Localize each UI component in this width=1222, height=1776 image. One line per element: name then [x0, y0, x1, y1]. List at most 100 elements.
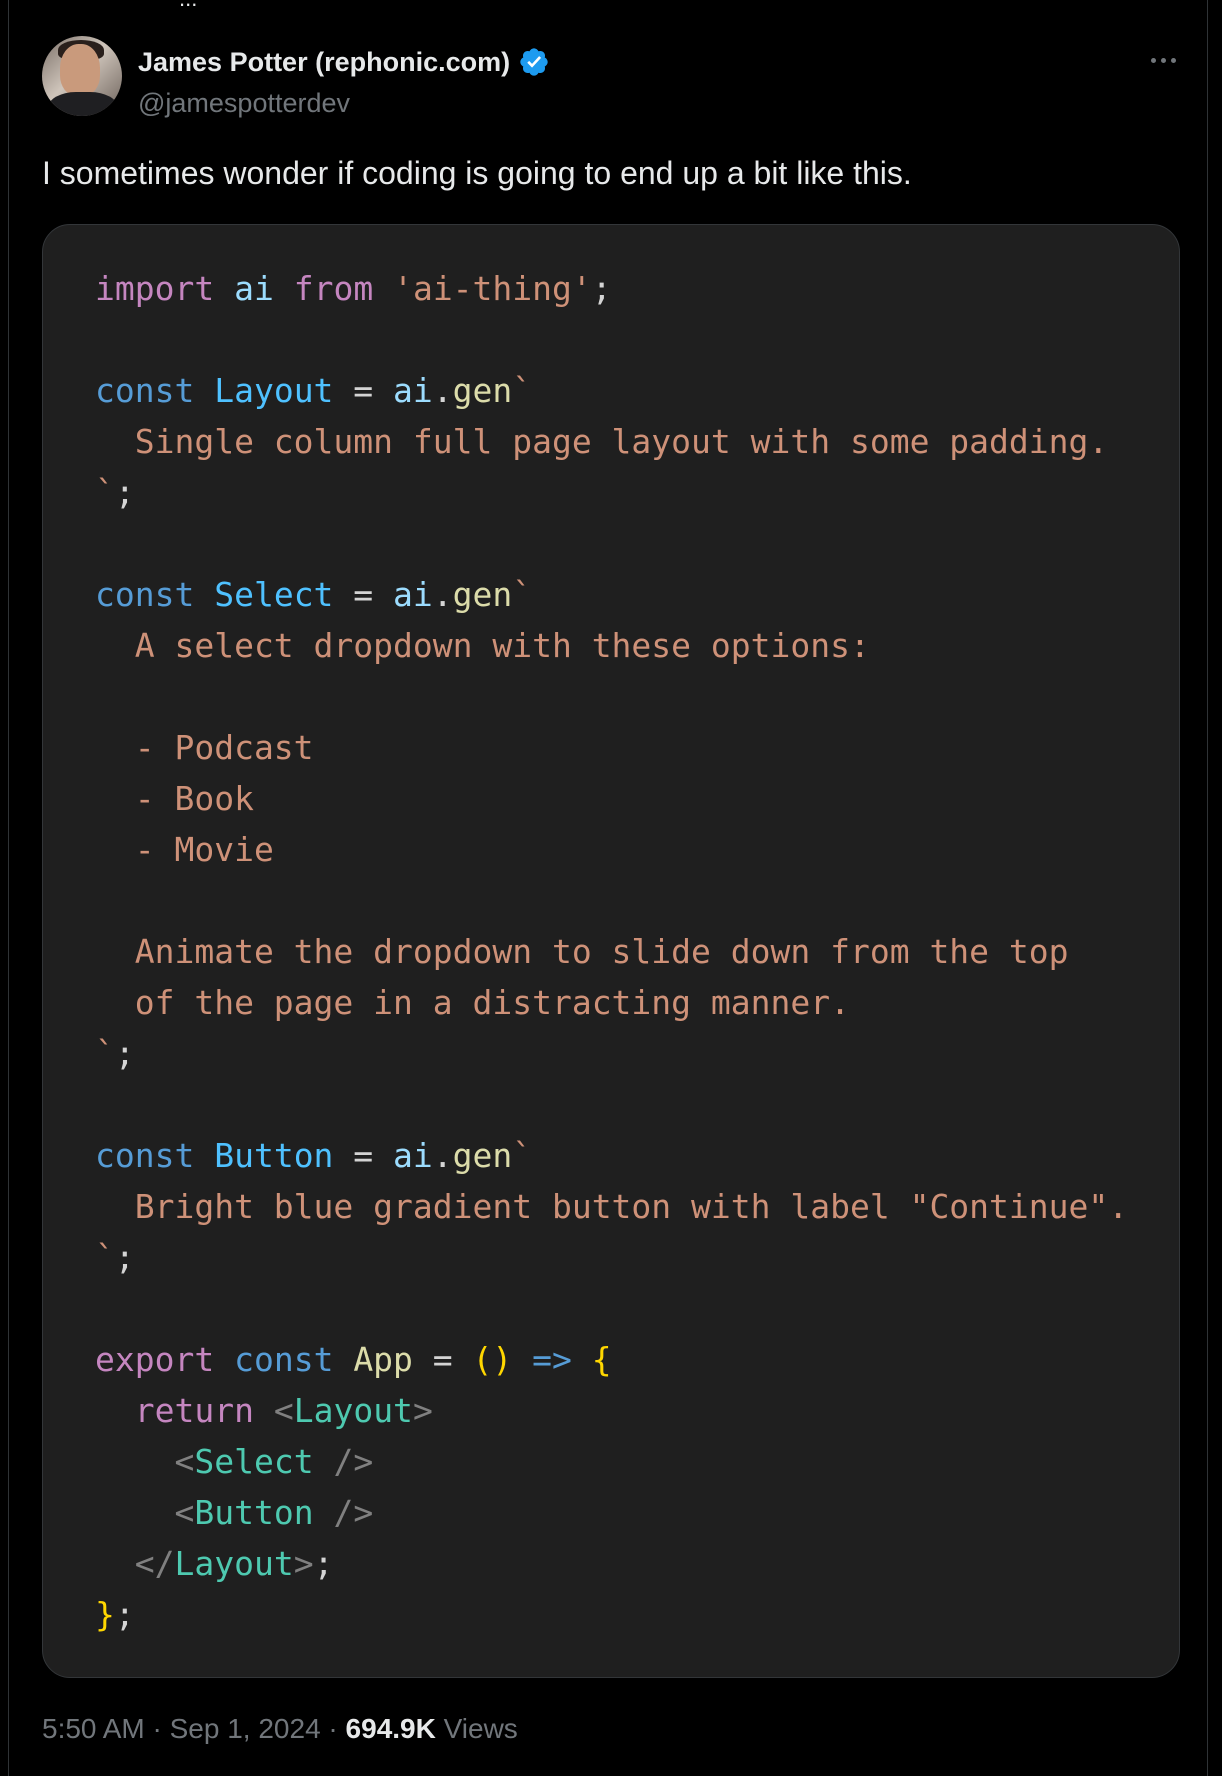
views-count: 694.9K: [345, 1713, 436, 1744]
code-token: <: [174, 1493, 195, 1532]
code-token: 'ai-thing': [393, 269, 592, 308]
previous-post-fragment: ...: [179, 0, 197, 12]
code-line: of the page in a distracting manner.: [95, 977, 1128, 1028]
code-token: Button: [194, 1493, 314, 1532]
code-token: `: [95, 1034, 115, 1073]
code-token: ;: [313, 1544, 334, 1583]
code-line: export const App = () => {: [95, 1334, 1128, 1385]
code-line: `;: [95, 1028, 1128, 1079]
code-token: Button: [214, 1136, 334, 1175]
code-token: const: [95, 1136, 195, 1175]
code-token: const: [95, 371, 195, 410]
code-token: =: [333, 371, 394, 410]
more-options-icon[interactable]: [1143, 48, 1183, 72]
code-token: - Movie: [95, 830, 274, 869]
code-token: =: [333, 1136, 394, 1175]
code-token: gen: [452, 371, 513, 410]
code-line: const Select = ai.gen`: [95, 569, 1128, 620]
footer-separator-2: ·: [320, 1713, 346, 1744]
code-token: Layout: [174, 1544, 294, 1583]
code-line: - Podcast: [95, 722, 1128, 773]
code-token: A select dropdown with these options:: [95, 626, 870, 665]
code-token: Single column full page layout with some…: [95, 422, 1109, 461]
code-token: import: [95, 269, 215, 308]
code-token: >: [293, 1544, 314, 1583]
code-token: `: [512, 371, 533, 410]
code-token: .: [432, 575, 453, 614]
code-token: </: [134, 1544, 175, 1583]
code-token: ;: [591, 269, 612, 308]
code-token: from: [293, 269, 374, 308]
code-line: return <Layout>: [95, 1385, 1128, 1436]
code-token: ;: [114, 473, 135, 512]
code-token: Select: [214, 575, 334, 614]
tweet-text: I sometimes wonder if coding is going to…: [42, 155, 912, 191]
code-image[interactable]: import ai from 'ai-thing'; const Layout =…: [42, 224, 1180, 1678]
code-token: `: [512, 1136, 533, 1175]
author-name-row: James Potter (rephonic.com): [138, 46, 550, 78]
code-line: - Movie: [95, 824, 1128, 875]
code-token: .: [432, 1136, 453, 1175]
code-token: .: [432, 371, 453, 410]
code-line: };: [95, 1589, 1128, 1640]
tweet-footer: 5:50 AM · Sep 1, 2024 · 694.9K Views: [42, 1713, 518, 1745]
avatar[interactable]: [42, 36, 122, 116]
avatar-face: [60, 44, 100, 96]
code-token: <: [174, 1442, 195, 1481]
code-token: const: [95, 575, 195, 614]
author-handle[interactable]: @jamespotterdev: [138, 88, 350, 119]
code-token: Bright blue gradient button with label "…: [95, 1187, 1129, 1226]
code-token: >: [412, 1391, 433, 1430]
code-token: }: [95, 1595, 115, 1634]
code-token: (): [472, 1340, 513, 1379]
code-line: A select dropdown with these options:: [95, 620, 1128, 671]
code-line: Animate the dropdown to slide down from …: [95, 926, 1128, 977]
code-token: />: [313, 1442, 374, 1481]
code-line: `;: [95, 1232, 1128, 1283]
code-token: ;: [114, 1595, 135, 1634]
code-token: />: [313, 1493, 374, 1532]
code-line: const Layout = ai.gen`: [95, 365, 1128, 416]
code-token: Layout: [293, 1391, 413, 1430]
post-date[interactable]: Sep 1, 2024: [170, 1713, 321, 1744]
code-block: import ai from 'ai-thing'; const Layout =…: [95, 263, 1128, 1640]
code-token: App: [353, 1340, 413, 1379]
code-line: const Button = ai.gen`: [95, 1130, 1128, 1181]
code-token: of the page in a distracting manner.: [95, 983, 850, 1022]
code-line: - Book: [95, 773, 1128, 824]
code-token: =: [333, 575, 394, 614]
verified-badge-icon: [520, 48, 548, 76]
code-token: `: [95, 473, 115, 512]
code-line: Bright blue gradient button with label "…: [95, 1181, 1128, 1232]
code-token: Layout: [214, 371, 334, 410]
code-token: ;: [114, 1238, 135, 1277]
code-line: <Button />: [95, 1487, 1128, 1538]
footer-separator: ·: [144, 1713, 170, 1744]
author-display-name[interactable]: James Potter (rephonic.com): [138, 47, 510, 78]
code-token: return: [134, 1391, 254, 1430]
code-token: export: [95, 1340, 215, 1379]
code-token: Animate the dropdown to slide down from …: [95, 932, 1069, 971]
code-token: {: [591, 1340, 612, 1379]
code-line: `;: [95, 467, 1128, 518]
code-line: </Layout>;: [95, 1538, 1128, 1589]
post-time[interactable]: 5:50 AM: [42, 1713, 145, 1744]
